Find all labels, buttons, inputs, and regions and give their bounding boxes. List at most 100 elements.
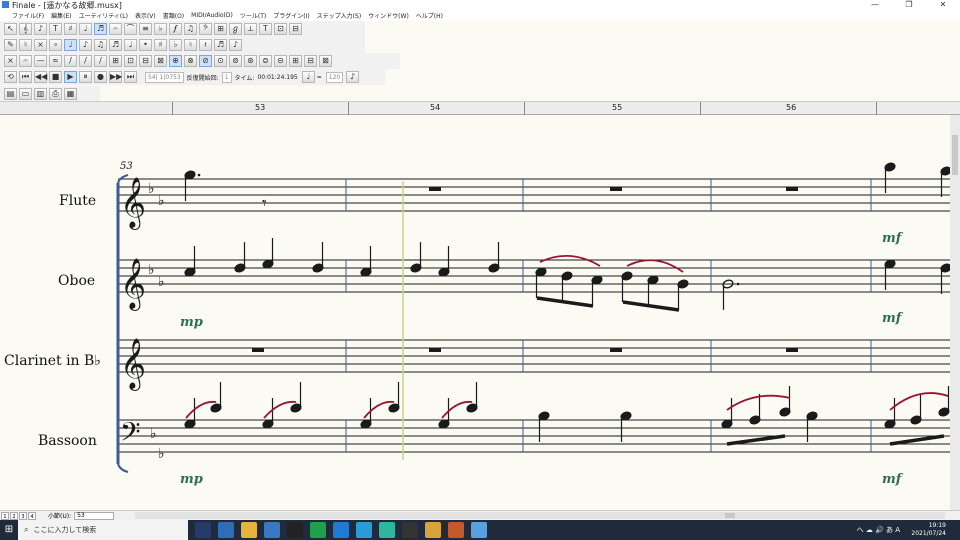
row3-tool-icon[interactable]: ⊚ — [229, 55, 242, 67]
row3-tool-icon[interactable]: ⊞ — [109, 55, 122, 67]
row3-tool-icon[interactable]: ⊘ — [199, 55, 212, 67]
row1-tool-icon[interactable]: T — [49, 23, 62, 35]
horizontal-scroll-thumb[interactable] — [725, 513, 735, 518]
chrome-icon[interactable] — [425, 522, 441, 538]
row3-tool-icon[interactable]: / — [79, 55, 92, 67]
menu-speedy-entry[interactable]: ステップ入力(S) — [317, 11, 362, 20]
pause-button[interactable]: ⏸ — [79, 71, 92, 83]
row2-tool-icon[interactable]: ♬ — [109, 39, 122, 51]
finale-taskbar-icon[interactable] — [471, 522, 487, 538]
tempo-note-icon[interactable]: ♩ — [301, 71, 315, 83]
scroll-view-icon[interactable]: ▭ — [19, 88, 32, 100]
menu-help[interactable]: ヘルプ(H) — [416, 11, 443, 20]
xsplit-icon[interactable] — [310, 522, 326, 538]
row3-tool-icon[interactable]: ⊡ — [124, 55, 137, 67]
menu-document[interactable]: 書類(O) — [163, 11, 184, 20]
repeat-start-field[interactable]: 1 — [221, 71, 232, 83]
record-button[interactable]: ● — [94, 71, 107, 83]
row1-tool-icon[interactable]: 𝄞 — [19, 23, 32, 35]
terminal-icon[interactable] — [402, 522, 418, 538]
row2-tool-icon[interactable]: ∘ — [49, 39, 62, 51]
menu-midi-audio[interactable]: MIDI/Audio(D) — [191, 12, 233, 19]
studio-view-icon[interactable]: ▥ — [34, 88, 47, 100]
row2-tool-icon[interactable]: ♬ — [214, 39, 227, 51]
page-view-icon[interactable]: ▤ — [4, 88, 17, 100]
menu-file[interactable]: ファイル(F) — [12, 11, 44, 20]
position-counter[interactable]: 54| 1|0753 — [145, 71, 184, 83]
row2-tool-icon[interactable]: ♭ — [169, 39, 182, 51]
menu-utilities[interactable]: ユーティリティ(L) — [79, 11, 128, 20]
row1-tool-icon[interactable]: ♭ — [154, 23, 167, 35]
maximize-button[interactable]: ❐ — [892, 0, 926, 10]
row2-tool-icon[interactable]: ✎ — [4, 39, 17, 51]
row3-tool-icon[interactable]: × — [4, 55, 17, 67]
edge-icon[interactable] — [356, 522, 372, 538]
row2-tool-icon[interactable]: • — [139, 39, 152, 51]
photoshop-icon[interactable] — [195, 522, 211, 538]
edge-legacy-icon[interactable] — [333, 522, 349, 538]
row1-tool-icon[interactable]: 𝄢 — [199, 23, 212, 35]
app-icon[interactable] — [448, 522, 464, 538]
row3-tool-icon[interactable]: ⊞ — [289, 55, 302, 67]
print-icon[interactable]: ⎙ — [49, 88, 62, 100]
row2-tool-icon[interactable]: ♫ — [94, 39, 107, 51]
ruler-measure-54[interactable]: 54 — [430, 103, 440, 112]
close-button[interactable]: ✕ — [926, 0, 960, 10]
vertical-scroll-thumb[interactable] — [952, 135, 958, 175]
row1-tool-icon[interactable]: ↖ — [4, 23, 17, 35]
page-button-3[interactable]: 3 — [19, 511, 27, 520]
row1-tool-icon[interactable]: ⟂ — [244, 23, 257, 35]
row1-tool-icon[interactable]: 𝄐 — [109, 23, 122, 35]
task-view-icon[interactable] — [218, 522, 234, 538]
rewind-button[interactable]: ◀◀ — [34, 71, 47, 83]
ruler-measure-56[interactable]: 56 — [786, 103, 796, 112]
forward-end-button[interactable]: ⏭ — [124, 71, 137, 83]
row1-tool-icon[interactable]: T — [259, 23, 272, 35]
fast-forward-button[interactable]: ▶▶ — [109, 71, 122, 83]
horizontal-scrollbar[interactable] — [135, 512, 945, 519]
row1-tool-icon[interactable]: ⊞ — [214, 23, 227, 35]
row3-tool-icon[interactable]: ⊟ — [304, 55, 317, 67]
row2-tool-icon[interactable]: ♩ — [64, 39, 77, 51]
row1-tool-icon[interactable]: ≡ — [139, 23, 152, 35]
row1-tool-icon[interactable]: 𝆑 — [169, 23, 182, 35]
row1-tool-icon[interactable]: ⌒ — [124, 23, 137, 35]
row2-tool-icon[interactable]: ♪ — [229, 39, 242, 51]
row3-tool-icon[interactable]: ≈ — [49, 55, 62, 67]
row2-tool-icon[interactable]: ♮ — [19, 39, 32, 51]
ruler-measure-53[interactable]: 53 — [255, 103, 265, 112]
row3-tool-icon[interactable]: ⊝ — [274, 55, 287, 67]
page-button-1[interactable]: 1 — [1, 511, 9, 520]
speaker-icon[interactable]: ♪ — [346, 71, 360, 83]
row3-tool-icon[interactable]: ⊠ — [154, 55, 167, 67]
row1-tool-icon[interactable]: ⊟ — [289, 23, 302, 35]
row2-tool-icon[interactable]: ♮ — [184, 39, 197, 51]
ruler-measure-55[interactable]: 55 — [612, 103, 622, 112]
cubase-icon[interactable] — [287, 522, 303, 538]
page-button-4[interactable]: 4 — [28, 511, 36, 520]
row3-tool-icon[interactable]: ⊙ — [214, 55, 227, 67]
row3-tool-icon[interactable]: ⊟ — [139, 55, 152, 67]
row1-tool-icon[interactable]: ♪ — [34, 23, 47, 35]
row2-tool-icon[interactable]: ♪ — [79, 39, 92, 51]
row3-tool-icon[interactable]: — — [34, 55, 47, 67]
row1-tool-icon[interactable]: ♩ — [79, 23, 92, 35]
play-button[interactable]: ▶ — [64, 71, 77, 83]
row3-tool-icon[interactable]: ⊜ — [259, 55, 272, 67]
row3-tool-icon[interactable]: ⊛ — [244, 55, 257, 67]
row3-tool-icon[interactable]: / — [94, 55, 107, 67]
tempo-field[interactable]: 120 — [325, 71, 344, 83]
menu-window[interactable]: ウィンドウ(W) — [368, 11, 409, 20]
row2-tool-icon[interactable]: 𝄽 — [199, 39, 212, 51]
stop-button[interactable]: ■ — [49, 71, 62, 83]
row2-tool-icon[interactable]: ♯ — [154, 39, 167, 51]
minimize-button[interactable]: — — [858, 0, 892, 10]
menu-plugins[interactable]: プラグイン(I) — [273, 11, 309, 20]
windows-start-icon[interactable]: ⊞ — [0, 520, 18, 540]
menu-view[interactable]: 表示(V) — [135, 11, 156, 20]
rewind-start-button[interactable]: ⏮ — [19, 71, 32, 83]
file-explorer-icon[interactable] — [241, 522, 257, 538]
row3-tool-icon[interactable]: ⊠ — [319, 55, 332, 67]
vertical-scrollbar[interactable] — [950, 115, 960, 510]
score-canvas[interactable]: 53 Flute Oboe Clarinet in B♭ Bassoon mp … — [0, 115, 950, 510]
